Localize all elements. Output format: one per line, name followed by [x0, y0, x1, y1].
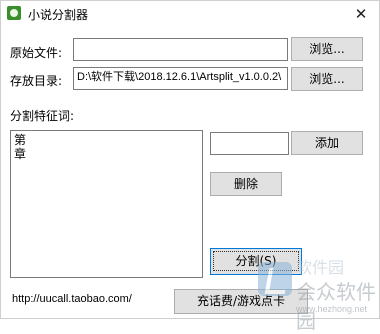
app-window: 小说分割器 ✕ 原始文件: 浏览... 存放目录: D:\软件下载\2018.1… — [0, 0, 380, 333]
browse-save-button[interactable]: 浏览... — [291, 67, 363, 91]
watermark-url: www.hezhong.net — [296, 304, 368, 314]
watermark: 软件园 会众软件园 www.hezhong.net — [258, 254, 380, 333]
shop-url-text: http://uucall.taobao.com/ — [12, 293, 132, 305]
save-dir-field[interactable]: D:\软件下载\2018.12.6.1\Artsplit_v1.0.0.2\ — [73, 67, 288, 90]
close-icon[interactable]: ✕ — [349, 4, 373, 24]
title-bar: 小说分割器 ✕ — [1, 1, 379, 27]
app-icon — [7, 6, 21, 20]
feature-words-list[interactable]: 第 章 — [10, 130, 203, 278]
source-file-field[interactable] — [73, 38, 288, 61]
delete-word-button[interactable]: 删除 — [210, 172, 282, 196]
feature-words-label: 分割特征词: — [10, 109, 75, 123]
feature-word-line: 章 — [14, 147, 27, 161]
browse-source-button[interactable]: 浏览... — [291, 37, 363, 61]
feature-word-line: 第 — [14, 133, 27, 147]
watermark-logo-icon — [258, 262, 292, 296]
new-word-input[interactable] — [210, 132, 289, 155]
watermark-top-text: 软件园 — [296, 258, 345, 277]
source-file-label: 原始文件: — [10, 46, 63, 60]
window-title: 小说分割器 — [28, 8, 89, 22]
save-dir-label: 存放目录: — [10, 74, 63, 88]
add-word-button[interactable]: 添加 — [291, 131, 363, 155]
